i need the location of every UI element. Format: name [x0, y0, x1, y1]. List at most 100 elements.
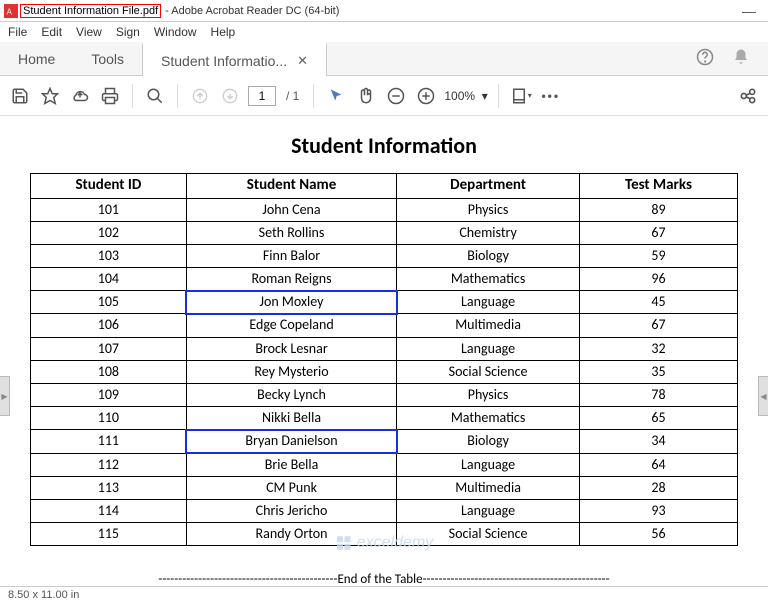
table-cell: 59: [579, 244, 737, 267]
table-cell: 103: [31, 244, 187, 267]
table-cell: 111: [31, 430, 187, 453]
menubar: File Edit View Sign Window Help: [0, 22, 768, 42]
table-cell: 115: [31, 523, 187, 546]
table-cell: 108: [31, 360, 187, 383]
table-cell: 102: [31, 221, 187, 244]
table-cell: 96: [579, 268, 737, 291]
menu-file[interactable]: File: [8, 25, 27, 39]
table-cell: 35: [579, 360, 737, 383]
table-cell: Seth Rollins: [186, 221, 396, 244]
table-cell: Brie Bella: [186, 453, 396, 476]
table-cell: 56: [579, 523, 737, 546]
table-row: 108Rey MysterioSocial Science35: [31, 360, 738, 383]
table-cell: Edge Copeland: [186, 314, 396, 337]
table-cell: Bryan Danielson: [186, 430, 396, 453]
table-row: 111Bryan DanielsonBiology34: [31, 430, 738, 453]
menu-window[interactable]: Window: [154, 25, 197, 39]
window-titlebar: A Student Information File.pdf - Adobe A…: [0, 0, 768, 22]
table-cell: 114: [31, 499, 187, 522]
table-cell: Chemistry: [397, 221, 580, 244]
table-row: 101John CenaPhysics89: [31, 198, 738, 221]
table-row: 110Nikki BellaMathematics65: [31, 407, 738, 430]
bell-icon[interactable]: [732, 48, 750, 69]
window-app-title: - Adobe Acrobat Reader DC (64-bit): [165, 5, 339, 17]
table-cell: Multimedia: [397, 476, 580, 499]
table-header: Student ID: [31, 174, 187, 199]
tab-home[interactable]: Home: [0, 42, 73, 75]
table-header: Student Name: [186, 174, 396, 199]
table-cell: 65: [579, 407, 737, 430]
save-icon[interactable]: [8, 84, 32, 108]
table-cell: 93: [579, 499, 737, 522]
share-icon[interactable]: [736, 84, 760, 108]
search-icon[interactable]: [143, 84, 167, 108]
table-cell: Mathematics: [397, 268, 580, 291]
student-table: Student IDStudent NameDepartmentTest Mar…: [30, 173, 738, 546]
table-cell: Multimedia: [397, 314, 580, 337]
right-panel-handle[interactable]: ◀: [758, 376, 768, 416]
table-cell: 112: [31, 453, 187, 476]
menu-help[interactable]: Help: [211, 25, 236, 39]
table-row: 109Becky LynchPhysics78: [31, 384, 738, 407]
watermark: exceldemy: [335, 534, 433, 552]
table-cell: Physics: [397, 384, 580, 407]
zoom-out-icon[interactable]: [384, 84, 408, 108]
table-cell: Nikki Bella: [186, 407, 396, 430]
left-panel-handle[interactable]: ▶: [0, 376, 10, 416]
document-area[interactable]: ▶ ◀ Student Information Student IDStuden…: [0, 116, 768, 586]
table-row: 112Brie BellaLanguage64: [31, 453, 738, 476]
table-row: 113CM PunkMultimedia28: [31, 476, 738, 499]
table-cell: Mathematics: [397, 407, 580, 430]
table-cell: Physics: [397, 198, 580, 221]
zoom-in-icon[interactable]: [414, 84, 438, 108]
table-cell: 107: [31, 337, 187, 360]
pdf-icon: A: [4, 4, 18, 18]
pointer-icon[interactable]: [324, 84, 348, 108]
page-up-icon[interactable]: [188, 84, 212, 108]
table-row: 104Roman ReignsMathematics96: [31, 268, 738, 291]
more-icon[interactable]: •••: [539, 84, 563, 108]
close-icon[interactable]: ✕: [297, 53, 308, 69]
table-cell: Brock Lesnar: [186, 337, 396, 360]
menu-view[interactable]: View: [76, 25, 102, 39]
svg-text:A: A: [7, 7, 13, 16]
menu-sign[interactable]: Sign: [116, 25, 140, 39]
print-icon[interactable]: [98, 84, 122, 108]
table-cell: CM Punk: [186, 476, 396, 499]
table-cell: John Cena: [186, 198, 396, 221]
cloud-icon[interactable]: [68, 84, 92, 108]
table-row: 106Edge CopelandMultimedia67: [31, 314, 738, 337]
menu-edit[interactable]: Edit: [41, 25, 62, 39]
table-cell: Language: [397, 499, 580, 522]
table-row: 105Jon MoxleyLanguage45: [31, 291, 738, 314]
table-header: Department: [397, 174, 580, 199]
read-mode-icon[interactable]: ▾: [509, 84, 533, 108]
table-cell: 106: [31, 314, 187, 337]
page-down-icon[interactable]: [218, 84, 242, 108]
table-cell: 101: [31, 198, 187, 221]
table-header: Test Marks: [579, 174, 737, 199]
table-cell: 78: [579, 384, 737, 407]
minimize-button[interactable]: —: [734, 3, 764, 19]
table-row: 107Brock LesnarLanguage32: [31, 337, 738, 360]
table-cell: 67: [579, 221, 737, 244]
document-title: Student Information: [30, 132, 738, 159]
page-size-label: 8.50 x 11.00 in: [8, 589, 79, 601]
table-row: 102Seth RollinsChemistry67: [31, 221, 738, 244]
table-cell: 113: [31, 476, 187, 499]
hand-icon[interactable]: [354, 84, 378, 108]
table-cell: Roman Reigns: [186, 268, 396, 291]
table-cell: Jon Moxley: [186, 291, 396, 314]
table-cell: 67: [579, 314, 737, 337]
star-icon[interactable]: [38, 84, 62, 108]
table-row: 103Finn BalorBiology59: [31, 244, 738, 267]
zoom-level[interactable]: 100% ▾: [444, 89, 487, 103]
page-number-input[interactable]: [248, 86, 276, 106]
table-cell: 28: [579, 476, 737, 499]
tab-document[interactable]: Student Informatio... ✕: [142, 42, 327, 76]
tabbar: Home Tools Student Informatio... ✕: [0, 42, 768, 76]
tab-tools[interactable]: Tools: [73, 42, 142, 75]
page-total: / 1: [286, 89, 299, 103]
table-row: 114Chris JerichoLanguage93: [31, 499, 738, 522]
help-icon[interactable]: [696, 48, 714, 69]
